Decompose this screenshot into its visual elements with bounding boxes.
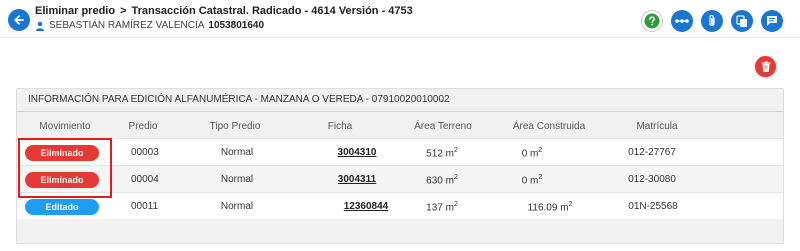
predios-table: Movimiento Predio Tipo Predio Ficha Área… xyxy=(17,118,783,219)
connections-button[interactable] xyxy=(671,10,693,32)
attachment-button[interactable] xyxy=(701,10,723,32)
ficha-link[interactable]: 3004311 xyxy=(338,174,376,185)
area-value: 512 m xyxy=(426,148,454,160)
user-name: SEBASTIÁN RAMÍREZ VALENCIA xyxy=(49,20,205,31)
cell-area-construida: 0 m2 xyxy=(522,174,543,186)
cell-predio: 00011 xyxy=(131,201,159,212)
col-movimiento: Movimiento xyxy=(39,121,91,132)
back-arrow-icon xyxy=(14,15,24,25)
status-badge[interactable]: Eliminado xyxy=(25,145,99,161)
col-ficha: Ficha xyxy=(327,121,353,132)
divider xyxy=(17,111,783,112)
connections-icon xyxy=(675,19,689,23)
area-unit-exponent: 2 xyxy=(453,147,458,154)
area-unit-exponent: 2 xyxy=(453,174,458,181)
table-row[interactable]: Eliminado 00004 Normal 3004311 630 m2 0 … xyxy=(17,165,783,192)
user-info: SEBASTIÁN RAMÍREZ VALENCIA 1053801640 xyxy=(35,20,264,31)
copy-button[interactable] xyxy=(731,10,753,32)
cell-area-construida: 0 m2 xyxy=(522,147,543,159)
delete-list-icon xyxy=(761,61,770,72)
area-unit-exponent: 2 xyxy=(538,147,543,154)
cell-matricula: 012-30080 xyxy=(628,174,676,185)
area-unit-exponent: 2 xyxy=(568,201,573,208)
cell-predio: 00003 xyxy=(131,147,159,158)
comment-icon xyxy=(767,16,777,26)
delete-button[interactable] xyxy=(755,56,776,77)
help-icon xyxy=(644,13,660,29)
col-area-construida: Área Construida xyxy=(512,121,586,132)
area-value: 137 m xyxy=(426,202,454,214)
alphanumeric-edit-panel: INFORMACIÓN PARA EDICIÓN ALFANUMÉRICA - … xyxy=(16,88,784,244)
cell-area-terreno: 512 m2 xyxy=(426,147,458,159)
col-tipo-predio: Tipo Predio xyxy=(209,121,261,132)
cell-matricula: 01N-25568 xyxy=(628,201,678,212)
area-value: 0 m xyxy=(521,148,539,160)
user-icon xyxy=(35,21,45,31)
table-header: Movimiento Predio Tipo Predio Ficha Área… xyxy=(17,118,783,138)
cell-tipo-predio: Normal xyxy=(220,174,254,185)
area-value: 630 m xyxy=(426,175,454,187)
ficha-link[interactable]: 12360844 xyxy=(344,201,389,212)
cell-area-terreno: 630 m2 xyxy=(426,174,458,186)
back-button[interactable] xyxy=(8,9,30,31)
cell-matricula: 012-27767 xyxy=(628,147,676,158)
area-value: 116.09 m xyxy=(527,202,569,214)
title-action: Eliminar predio xyxy=(35,5,116,17)
title-transaction: Transacción Catastral. Radicado - 4614 V… xyxy=(131,5,413,17)
cell-area-construida: 116.09 m2 xyxy=(528,201,573,213)
comment-button[interactable] xyxy=(761,10,783,32)
help-button[interactable] xyxy=(641,10,663,32)
cell-tipo-predio: Normal xyxy=(220,201,254,212)
cell-predio: 00004 xyxy=(131,174,159,185)
panel-title: INFORMACIÓN PARA EDICIÓN ALFANUMÉRICA - … xyxy=(28,94,450,105)
status-badge[interactable]: Eliminado xyxy=(25,172,99,188)
table-row[interactable]: Editado 00011 Normal 12360844 137 m2 116… xyxy=(17,192,783,219)
cell-area-terreno: 137 m2 xyxy=(426,201,458,213)
user-id: 1053801640 xyxy=(208,20,265,31)
cell-tipo-predio: Normal xyxy=(220,147,254,158)
attachment-icon xyxy=(709,14,715,26)
title-separator: > xyxy=(120,5,127,17)
col-area-terreno: Área Terreno xyxy=(414,121,472,132)
copy-icon xyxy=(736,14,747,27)
page-title: Eliminar predio > Transacción Catastral. R… xyxy=(35,5,413,17)
header-actions xyxy=(641,10,783,32)
col-matricula: Matrícula xyxy=(636,121,678,132)
col-predio: Predio xyxy=(128,121,158,132)
table-row[interactable]: Eliminado 00003 Normal 3004310 512 m2 0 … xyxy=(17,138,783,165)
area-unit-exponent: 2 xyxy=(538,174,543,181)
ficha-link[interactable]: 3004310 xyxy=(338,147,377,158)
area-unit-exponent: 2 xyxy=(453,201,458,208)
top-header: Eliminar predio > Transacción Catastral. R… xyxy=(0,0,800,38)
area-value: 0 m xyxy=(521,175,539,187)
status-badge[interactable]: Editado xyxy=(25,199,99,215)
